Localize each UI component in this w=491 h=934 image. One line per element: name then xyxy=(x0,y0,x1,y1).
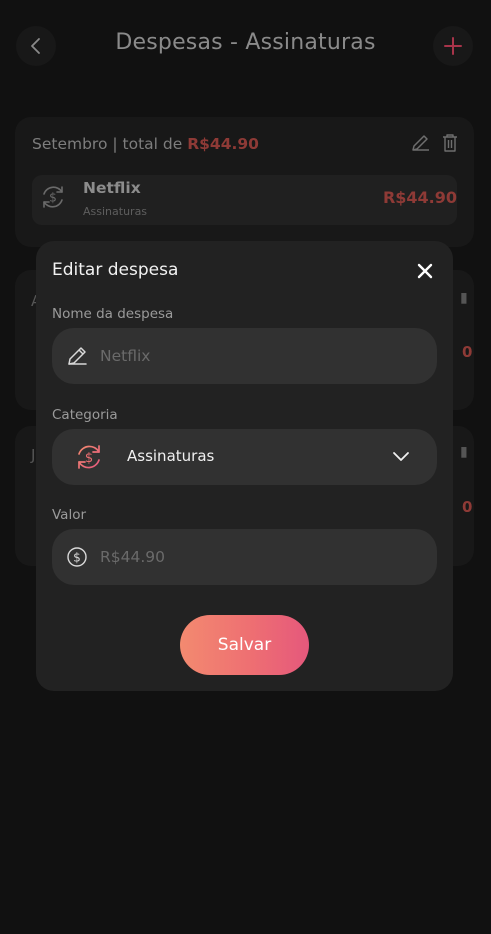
category-select[interactable]: $ Assinaturas xyxy=(52,429,437,485)
edit-expense-modal: Editar despesa Nome da despesa Categoria… xyxy=(36,241,453,691)
name-label: Nome da despesa xyxy=(52,306,174,322)
recurring-dollar-icon: $ xyxy=(78,445,100,469)
value-field: $ xyxy=(52,529,437,585)
chevron-down-icon xyxy=(393,452,409,461)
trash-icon[interactable]: ▮ xyxy=(460,444,468,460)
expense-value: R$44.90 xyxy=(382,188,457,207)
month-actions xyxy=(410,133,458,153)
expense-name: Netflix xyxy=(83,179,141,197)
plus-icon xyxy=(444,37,462,55)
recurring-dollar-icon: $ xyxy=(43,186,63,208)
expense-category: Assinaturas xyxy=(83,205,148,218)
value-label: Valor xyxy=(52,507,87,523)
svg-text:$: $ xyxy=(49,191,57,205)
expense-value: 0 xyxy=(462,498,473,516)
save-button[interactable]: Salvar xyxy=(180,615,309,675)
category-value: Assinaturas xyxy=(127,447,215,465)
month-label: J xyxy=(31,446,36,464)
modal-title: Editar despesa xyxy=(52,260,179,280)
category-label: Categoria xyxy=(52,407,118,423)
page-title: Despesas - Assinaturas xyxy=(115,30,376,55)
value-input[interactable] xyxy=(100,529,420,585)
close-button[interactable] xyxy=(413,259,437,283)
month-label: Setembro | total de xyxy=(32,135,188,153)
app-header: Despesas - Assinaturas xyxy=(0,0,491,94)
add-expense-button[interactable] xyxy=(433,26,473,66)
name-input[interactable] xyxy=(100,328,420,384)
expense-row[interactable]: $ Netflix Assinaturas R$44.90 xyxy=(32,175,457,225)
month-total: R$44.90 xyxy=(187,135,259,153)
dollar-circle-icon: $ xyxy=(67,547,87,567)
svg-text:$: $ xyxy=(85,451,93,466)
month-header: Setembro | total de R$44.90 xyxy=(32,135,259,153)
svg-text:$: $ xyxy=(73,551,81,565)
close-icon xyxy=(417,263,433,279)
edit-icon[interactable] xyxy=(410,133,430,153)
pencil-icon xyxy=(68,347,87,365)
month-card: Setembro | total de R$44.90 $ Netflix As… xyxy=(15,117,474,247)
trash-icon[interactable] xyxy=(442,133,458,153)
trash-icon[interactable]: ▮ xyxy=(460,290,468,306)
name-field xyxy=(52,328,437,384)
expense-value: 0 xyxy=(462,343,473,361)
